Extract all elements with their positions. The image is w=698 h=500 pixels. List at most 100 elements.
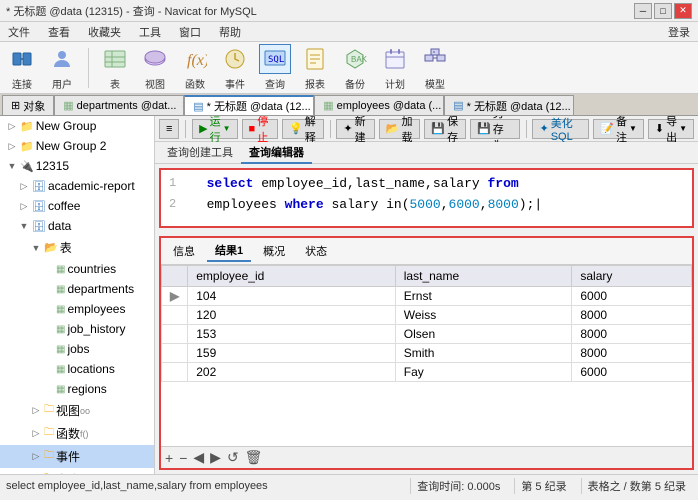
model-icon[interactable] bbox=[419, 44, 451, 74]
sidebar-item-events-folder[interactable]: ▷ 🗀 事件 bbox=[0, 445, 154, 468]
beautify-button[interactable]: ✦ 美化 SQL bbox=[532, 119, 589, 139]
new-button[interactable]: ✦ 新建 bbox=[336, 119, 374, 139]
sidebar-item-academic[interactable]: ▷ 🗄 academic-report bbox=[0, 176, 154, 196]
toolbar-user[interactable]: 用户 bbox=[46, 44, 78, 91]
result-tab-overview[interactable]: 概况 bbox=[255, 241, 293, 261]
col-last-name[interactable]: last_name bbox=[395, 266, 572, 287]
menu-window[interactable]: 窗口 bbox=[175, 22, 205, 42]
tab-query2[interactable]: ▤ * 无标题 @data (12... ✕ bbox=[444, 95, 574, 115]
maximize-button[interactable]: □ bbox=[654, 3, 672, 19]
connect-icon[interactable] bbox=[6, 44, 38, 74]
sidebar-item-tables-folder[interactable]: ▼ 📂 表 bbox=[0, 236, 154, 259]
tab-employees[interactable]: ▦ employees @data (... ✕ bbox=[314, 95, 444, 115]
sidebar-item-data[interactable]: ▼ 🗄 data bbox=[0, 216, 154, 236]
editor-tab-sql[interactable]: 查询编辑器 bbox=[241, 142, 312, 164]
table-icon[interactable] bbox=[99, 44, 131, 74]
sidebar-item-countries[interactable]: ▦ countries bbox=[0, 259, 154, 279]
schedule-icon[interactable] bbox=[379, 44, 411, 74]
query-icon[interactable]: SQL bbox=[259, 44, 291, 74]
minimize-button[interactable]: ─ bbox=[634, 3, 652, 19]
menu-help[interactable]: 帮助 bbox=[215, 22, 245, 42]
menu-view[interactable]: 查看 bbox=[44, 22, 74, 42]
table-row[interactable]: 202 Fay 6000 bbox=[162, 363, 692, 382]
sidebar-item-new-group2[interactable]: ▷ 📁 New Group 2 bbox=[0, 136, 154, 156]
menu-file[interactable]: 文件 bbox=[4, 22, 34, 42]
toolbar-table[interactable]: 表 bbox=[99, 44, 131, 91]
sidebar-item-locations[interactable]: ▦ locations bbox=[0, 359, 154, 379]
toolbar-report[interactable]: 报表 bbox=[299, 44, 331, 91]
info-button[interactable]: 📝 备注 ▼ bbox=[593, 119, 644, 139]
tab-query-active[interactable]: ▤ * 无标题 @data (12... ✕ bbox=[184, 95, 314, 115]
sidebar-item-12315[interactable]: ▼ 🔌 12315 bbox=[0, 156, 154, 176]
stop-button[interactable]: ■ 停止 bbox=[242, 119, 278, 139]
toolbar-backup[interactable]: BAK 备份 bbox=[339, 44, 371, 91]
hamburger-button[interactable]: ≡ bbox=[159, 119, 179, 139]
refresh-button[interactable]: ↺ bbox=[227, 449, 239, 466]
stop-label: 停止 bbox=[257, 116, 271, 145]
next-button[interactable]: ▶ bbox=[210, 449, 221, 466]
jobhistory-label: job_history bbox=[67, 322, 125, 336]
sql-editor[interactable]: 1 select employee_id,last_name,salary fr… bbox=[161, 170, 692, 226]
toolbar-model[interactable]: 模型 bbox=[419, 44, 451, 91]
col-employee-id[interactable]: employee_id bbox=[188, 266, 396, 287]
tab-departments[interactable]: ▦ departments @dat... ✕ bbox=[54, 95, 184, 115]
explain-label: 解释 bbox=[305, 116, 317, 145]
toolbar-schedule[interactable]: 计划 bbox=[379, 44, 411, 91]
toolbar-event[interactable]: 事件 bbox=[219, 44, 251, 91]
query-label: 查询 bbox=[265, 76, 285, 91]
table-row[interactable]: 120 Weiss 8000 bbox=[162, 306, 692, 325]
sidebar-item-departments[interactable]: ▦ departments bbox=[0, 279, 154, 299]
sidebar-item-coffee[interactable]: ▷ 🗄 coffee bbox=[0, 196, 154, 216]
sidebar-item-jobhistory[interactable]: ▦ job_history bbox=[0, 319, 154, 339]
window-controls[interactable]: ─ □ ✕ bbox=[634, 3, 692, 19]
report-icon[interactable] bbox=[299, 44, 331, 74]
toolbar-query[interactable]: SQL 查询 bbox=[259, 44, 291, 91]
tab-object[interactable]: ⊞ 对象 bbox=[2, 95, 54, 115]
sidebar-item-queries-folder[interactable]: ▷ 🗀 查询 bbox=[0, 468, 154, 474]
saveas-button[interactable]: 💾 另存为 bbox=[470, 119, 520, 139]
load-label: 加载 bbox=[401, 116, 413, 145]
save-button[interactable]: 💾 保存 bbox=[424, 119, 466, 139]
result-wrapper: 信息 结果1 概况 状态 employee_id last_name salar… bbox=[159, 236, 694, 470]
event-icon[interactable] bbox=[219, 44, 251, 74]
toolbar-function[interactable]: f(x) 函数 bbox=[179, 44, 211, 91]
delete-row-button[interactable]: − bbox=[179, 450, 187, 466]
clear-button[interactable]: 🗑 bbox=[245, 449, 263, 466]
view-icon[interactable] bbox=[139, 44, 171, 74]
prev-button[interactable]: ◀ bbox=[193, 449, 204, 466]
explain-button[interactable]: 💡 解释 bbox=[282, 119, 324, 139]
cell-id-3: 159 bbox=[188, 344, 396, 363]
editor-tab-builder[interactable]: 查询创建工具 bbox=[159, 142, 241, 164]
run-button[interactable]: ▶ 运行 ▼ bbox=[192, 119, 237, 139]
login-button[interactable]: 登录 bbox=[664, 22, 694, 42]
toolbar-view[interactable]: 视图 bbox=[139, 44, 171, 91]
export-button[interactable]: ⬇ 导出 ▼ bbox=[648, 119, 694, 139]
connect-label: 连接 bbox=[12, 76, 32, 91]
table-row[interactable]: ▶ 104 Ernst 6000 bbox=[162, 287, 692, 306]
close-button[interactable]: ✕ bbox=[674, 3, 692, 19]
result-tab-status[interactable]: 状态 bbox=[297, 241, 335, 261]
load-button[interactable]: 📂 加载 bbox=[379, 119, 421, 139]
user-icon[interactable] bbox=[46, 44, 78, 74]
result-tab-info[interactable]: 信息 bbox=[165, 241, 203, 261]
add-row-button[interactable]: + bbox=[165, 450, 173, 466]
sidebar-item-employees[interactable]: ▦ employees bbox=[0, 299, 154, 319]
table-row[interactable]: 153 Olsen 8000 bbox=[162, 325, 692, 344]
result-tab-result1[interactable]: 结果1 bbox=[207, 240, 251, 262]
menu-favorites[interactable]: 收藏夹 bbox=[84, 22, 125, 42]
sidebar-item-jobs[interactable]: ▦ jobs bbox=[0, 339, 154, 359]
sidebar-item-views-folder[interactable]: ▷ 🗀 视图 oo bbox=[0, 399, 154, 422]
toolbar-connect[interactable]: 连接 bbox=[6, 44, 38, 91]
sidebar-item-functions-folder[interactable]: ▷ 🗀 函数 f() bbox=[0, 422, 154, 445]
menu-tools[interactable]: 工具 bbox=[135, 22, 165, 42]
table-row[interactable]: 159 Smith 8000 bbox=[162, 344, 692, 363]
sidebar-item-new-group[interactable]: ▷ 📁 New Group bbox=[0, 116, 154, 136]
locations-label: locations bbox=[67, 362, 114, 376]
sidebar-item-regions[interactable]: ▦ regions bbox=[0, 379, 154, 399]
export-label: 导出 bbox=[666, 116, 677, 145]
backup-icon[interactable]: BAK bbox=[339, 44, 371, 74]
col-salary[interactable]: salary bbox=[572, 266, 692, 287]
function-icon[interactable]: f(x) bbox=[179, 44, 211, 74]
views-folder-label: 视图 bbox=[56, 402, 80, 419]
sub-toolbar: ≡ ▶ 运行 ▼ ■ 停止 💡 解释 ✦ 新建 📂 加载 bbox=[155, 116, 698, 142]
